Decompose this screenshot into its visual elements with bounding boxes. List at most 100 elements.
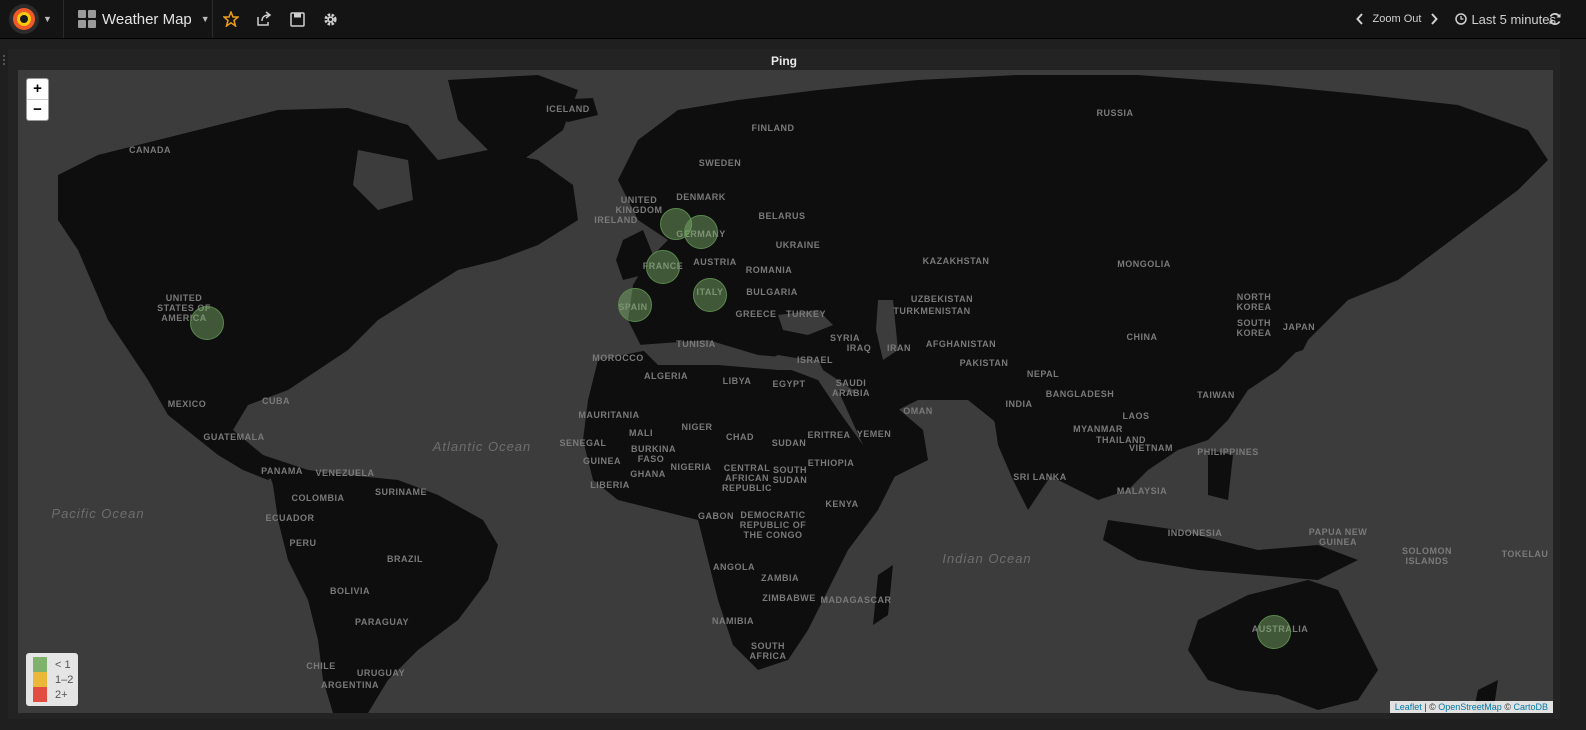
country-label: Turkey xyxy=(785,309,827,319)
legend-label: 1–2 xyxy=(55,673,74,686)
country-label: Mauritania xyxy=(578,410,640,420)
attribution-copy: © xyxy=(1504,702,1511,712)
country-label: Malaysia xyxy=(1116,486,1168,496)
navbar-divider xyxy=(63,0,64,38)
country-label: Uruguay xyxy=(356,668,406,678)
ping-marker-spain[interactable] xyxy=(618,288,652,322)
panel-title[interactable]: Ping xyxy=(8,54,1560,68)
zoom-in-button[interactable]: + xyxy=(27,79,48,99)
country-label: Panama xyxy=(261,466,303,476)
ping-marker-france[interactable] xyxy=(646,250,680,284)
ocean-label: Pacific Ocean xyxy=(51,506,145,521)
dashboard-title: Weather Map xyxy=(102,10,192,28)
navbar-divider xyxy=(212,0,213,38)
country-label: Eritrea xyxy=(807,430,851,440)
country-label: Oman xyxy=(903,406,933,416)
ping-marker-united-states[interactable] xyxy=(190,306,224,340)
save-button[interactable] xyxy=(286,8,308,30)
country-label: Suriname xyxy=(374,487,428,497)
country-label: Canada xyxy=(129,145,171,155)
legend-swatch xyxy=(33,672,47,687)
star-button[interactable] xyxy=(220,8,242,30)
country-label: South Africa xyxy=(749,641,787,661)
time-back-button[interactable] xyxy=(1353,9,1367,29)
row-drag-handle[interactable] xyxy=(2,54,6,68)
chevron-right-icon xyxy=(1431,13,1439,25)
country-label: Kazakhstan xyxy=(922,256,990,266)
country-label: Yemen xyxy=(856,429,892,439)
ping-marker-australia[interactable] xyxy=(1257,615,1291,649)
country-label: Guatemala xyxy=(203,432,265,442)
country-label: Indonesia xyxy=(1167,528,1223,538)
legend-label: 2+ xyxy=(55,688,68,701)
dashboard-picker[interactable]: Weather Map ▼ xyxy=(78,0,210,38)
worldmap-panel: Ping Atlantic Ocean Pacific Ocean Indian… xyxy=(8,49,1560,719)
country-label: Cuba xyxy=(262,396,290,406)
grafana-logo-icon xyxy=(9,4,39,34)
zoom-out-button[interactable]: Zoom Out xyxy=(1373,13,1422,25)
country-label: Namibia xyxy=(712,616,754,626)
landmass-philippines xyxy=(1208,450,1233,500)
country-label: Sweden xyxy=(698,158,742,168)
ocean-label: Atlantic Ocean xyxy=(432,439,532,454)
country-label: Central African Republic xyxy=(721,463,772,493)
country-label: Senegal xyxy=(559,438,607,448)
share-button[interactable] xyxy=(253,8,275,30)
country-label: Finland xyxy=(751,123,795,133)
country-label: Paraguay xyxy=(354,617,410,627)
country-label: Niger xyxy=(681,422,713,432)
country-label: Venezuela xyxy=(315,468,375,478)
country-label: Israel xyxy=(796,355,834,365)
leaflet-link[interactable]: Leaflet xyxy=(1395,702,1422,712)
settings-button[interactable] xyxy=(319,8,341,30)
country-label: Zambia xyxy=(761,573,799,583)
country-label: China xyxy=(1126,332,1158,342)
country-label: Ecuador xyxy=(265,513,315,523)
time-range-picker[interactable]: Last 5 minutes xyxy=(1455,12,1556,27)
country-label: Iceland xyxy=(546,104,590,114)
country-label: Liberia xyxy=(590,480,630,490)
country-label: Solomon Islands xyxy=(1402,546,1452,566)
country-label: Mexico xyxy=(167,399,207,409)
country-label: Egypt xyxy=(772,379,806,389)
map-attribution: Leaflet | © OpenStreetMap © CartoDB xyxy=(1389,701,1553,713)
country-label: Kenya xyxy=(825,499,859,509)
time-forward-button[interactable] xyxy=(1427,9,1441,29)
ping-marker-italy[interactable] xyxy=(693,278,727,312)
country-label: North Korea xyxy=(1236,292,1272,312)
legend-item: 2+ xyxy=(33,687,78,702)
country-label: Colombia xyxy=(291,493,345,503)
grafana-logo-menu[interactable]: ▼ xyxy=(8,3,58,35)
country-label: Belarus xyxy=(758,211,806,221)
country-label: Russia xyxy=(1096,108,1134,118)
country-label: Denmark xyxy=(676,192,726,202)
openstreetmap-link[interactable]: OpenStreetMap xyxy=(1438,702,1502,712)
country-label: Iraq xyxy=(846,343,872,353)
world-map[interactable]: Atlantic Ocean Pacific Ocean Indian Ocea… xyxy=(18,70,1553,713)
cartodb-link[interactable]: CartoDB xyxy=(1513,702,1548,712)
save-icon xyxy=(289,11,305,27)
zoom-out-map-button[interactable]: − xyxy=(27,99,48,120)
country-label: Myanmar xyxy=(1073,424,1123,434)
ping-marker-germany[interactable] xyxy=(684,215,718,249)
country-label: Madagascar xyxy=(820,595,892,605)
country-label: South Korea xyxy=(1236,318,1272,338)
refresh-icon xyxy=(1549,13,1561,25)
country-label: Burkina Faso xyxy=(631,444,676,464)
country-label: Syria xyxy=(829,333,861,343)
country-label: Taiwan xyxy=(1197,390,1235,400)
country-label: Uzbekistan xyxy=(910,294,974,304)
country-label: United Kingdom xyxy=(615,195,663,215)
map-legend: < 1 1–2 2+ xyxy=(26,653,78,706)
country-label: Zimbabwe xyxy=(762,593,816,603)
country-label: Brazil xyxy=(387,554,423,564)
refresh-button[interactable] xyxy=(1546,9,1564,29)
legend-label: < 1 xyxy=(55,658,71,671)
country-label: Argentina xyxy=(321,680,379,690)
country-label: Iran xyxy=(887,343,911,353)
map-land-layer xyxy=(58,75,1548,713)
country-label: Tunisia xyxy=(676,339,716,349)
country-label: Vietnam xyxy=(1129,443,1173,453)
country-label: Philippines xyxy=(1197,447,1259,457)
country-label: Morocco xyxy=(592,353,644,363)
